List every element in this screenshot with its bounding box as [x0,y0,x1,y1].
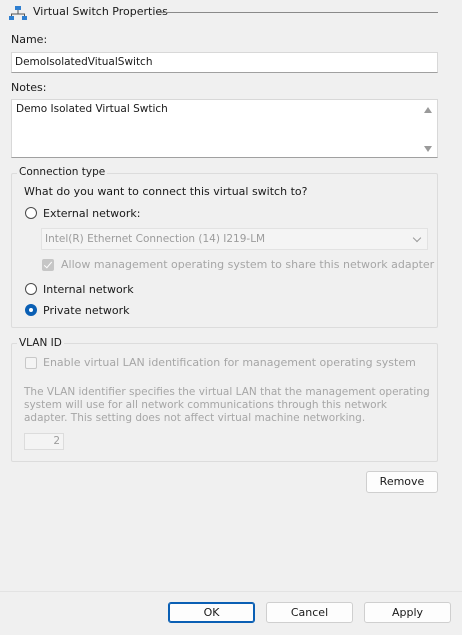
network-adapter-selected: Intel(R) Ethernet Connection (14) I219-L… [45,233,266,245]
external-network-radio[interactable] [25,207,37,219]
allow-management-label: Allow management operating system to sha… [61,258,435,271]
name-label: Name: [11,33,48,46]
notes-textarea[interactable]: Demo Isolated Virtual Swtich [11,99,438,158]
section-title: Virtual Switch Properties [33,5,168,18]
enable-vlan-label: Enable virtual LAN identification for ma… [43,356,416,369]
network-adapter-dropdown[interactable]: Intel(R) Ethernet Connection (14) I219-L… [41,228,428,250]
cancel-button[interactable]: Cancel [266,602,353,623]
scroll-down-arrow-icon[interactable] [424,146,432,152]
vlan-id-legend: VLAN ID [17,337,64,349]
allow-management-checkbox[interactable] [42,259,54,271]
footer-divider [0,591,462,592]
name-input[interactable]: DemoIsolatedVitualSwitch [11,52,438,73]
remove-button[interactable]: Remove [366,471,438,493]
scroll-up-arrow-icon[interactable] [424,107,432,113]
header-divider [157,12,438,13]
ok-button[interactable]: OK [168,602,255,623]
connection-type-legend: Connection type [17,166,108,178]
internal-network-label[interactable]: Internal network [43,283,134,296]
external-network-label[interactable]: External network: [43,207,141,220]
private-network-label[interactable]: Private network [43,304,130,317]
private-network-radio[interactable] [25,304,37,316]
internal-network-radio[interactable] [25,283,37,295]
vlan-id-input[interactable]: 2 [24,433,64,450]
chevron-down-icon [412,233,422,243]
network-switch-icon [9,5,27,21]
enable-vlan-checkbox[interactable] [25,357,37,369]
apply-button[interactable]: Apply [364,602,451,623]
vlan-description: The VLAN identifier specifies the virtua… [24,386,430,424]
notes-label: Notes: [11,81,47,94]
connection-question: What do you want to connect this virtual… [24,185,308,198]
